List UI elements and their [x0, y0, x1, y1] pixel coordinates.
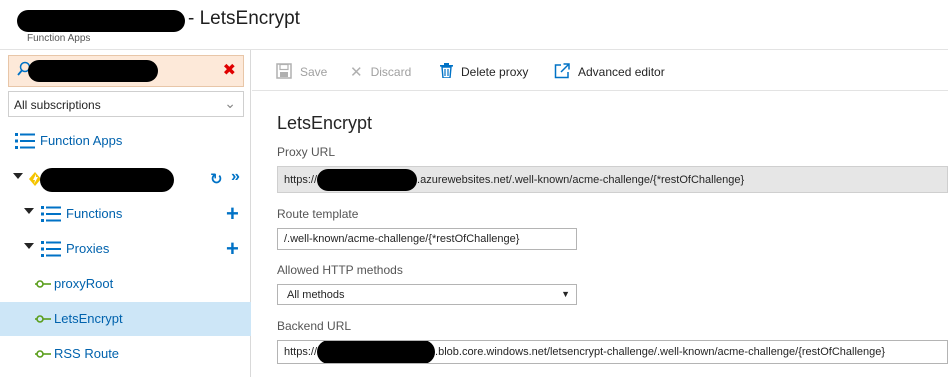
route-template-field[interactable]: /.well-known/acme-challenge/{*restOfChal…: [277, 228, 577, 250]
redacted-search-text: [28, 60, 158, 82]
backend-url-suffix: .blob.core.windows.net/letsencrypt-chall…: [435, 346, 886, 358]
proxy-heading: LetsEncrypt: [277, 113, 373, 133]
proxy-icon: [35, 278, 51, 293]
proxy-url-field[interactable]: https:// .azurewebsites.net/.well-known/…: [277, 166, 948, 193]
backend-url-label: Backend URL: [277, 319, 352, 333]
save-button[interactable]: Save: [276, 62, 328, 82]
sidebar-item-function-apps[interactable]: Function Apps: [0, 124, 251, 158]
route-template-label: Route template: [277, 207, 359, 221]
sidebar-item-label: RSS Route: [54, 346, 120, 361]
sidebar-item-label: Proxies: [66, 241, 110, 256]
sidebar-item-label: Functions: [66, 206, 123, 221]
caret-down-icon[interactable]: [24, 208, 34, 214]
advanced-editor-label: Advanced editor: [578, 65, 665, 79]
discard-button[interactable]: ✕ Discard: [350, 63, 411, 81]
delete-proxy-label: Delete proxy: [461, 65, 529, 79]
redacted-storage-host: [317, 341, 436, 363]
proxy-url-suffix: .azurewebsites.net/.well-known/acme-chal…: [417, 173, 745, 186]
caret-down-icon[interactable]: [13, 173, 23, 179]
toolbar: Save ✕ Discard Delete proxy Advanced edi…: [252, 51, 948, 91]
add-proxy-icon[interactable]: +: [226, 236, 239, 262]
proxy-url-label: Proxy URL: [277, 145, 336, 159]
redacted-app-name: [17, 10, 185, 32]
subscriptions-selected: All subscriptions: [14, 98, 101, 112]
page-subtitle: Function Apps: [27, 33, 91, 44]
caret-down-icon: ▼: [561, 289, 570, 299]
discard-icon: ✕: [350, 64, 363, 81]
clear-search-icon[interactable]: ✖: [223, 61, 236, 81]
backend-url-field[interactable]: https:// .blob.core.windows.net/letsencr…: [277, 340, 948, 364]
save-icon: [276, 62, 292, 82]
sidebar-item-label: LetsEncrypt: [54, 311, 123, 326]
blade-header: - LetsEncrypt Function Apps: [0, 0, 948, 50]
list-icon: [41, 241, 61, 260]
proxy-icon: [35, 313, 51, 328]
allowed-methods-label: Allowed HTTP methods: [277, 263, 403, 277]
save-label: Save: [300, 65, 328, 79]
page-title: - LetsEncrypt: [188, 8, 300, 29]
proxy-icon: [35, 348, 51, 363]
route-template-value: /.well-known/acme-challenge/{*restOfChal…: [284, 233, 520, 245]
redacted-proxy-host: [317, 168, 418, 191]
sidebar-item-label: Function Apps: [40, 133, 123, 148]
sidebar-item-function-app[interactable]: ↻ »: [0, 162, 251, 196]
backend-url-prefix: https://: [284, 346, 318, 358]
sidebar-item-proxyroot[interactable]: proxyRoot: [0, 267, 251, 301]
delete-proxy-button[interactable]: Delete proxy: [440, 63, 528, 81]
expand-icon[interactable]: »: [231, 168, 240, 186]
refresh-icon[interactable]: ↻: [210, 170, 223, 188]
sidebar-item-proxies[interactable]: Proxies +: [0, 232, 251, 266]
chevron-down-icon: ⌄: [224, 95, 236, 111]
allowed-methods-dropdown[interactable]: All methods ▼: [277, 284, 577, 305]
proxy-url-prefix: https://: [284, 173, 318, 186]
subscriptions-dropdown[interactable]: All subscriptions ⌄: [8, 91, 244, 117]
external-link-icon: [554, 62, 570, 82]
redacted-function-app-name: [40, 168, 174, 192]
allowed-methods-value: All methods: [287, 288, 345, 301]
sidebar: ✖ All subscriptions ⌄ Function Apps ↻ » …: [0, 50, 251, 377]
trash-icon: [440, 63, 453, 81]
list-icon: [15, 133, 35, 152]
sidebar-item-functions[interactable]: Functions +: [0, 197, 251, 231]
sidebar-item-rss-route[interactable]: RSS Route: [0, 337, 251, 371]
search-input[interactable]: ✖: [8, 55, 244, 87]
sidebar-item-letsencrypt[interactable]: LetsEncrypt: [0, 302, 251, 336]
caret-down-icon[interactable]: [24, 243, 34, 249]
sidebar-item-label: proxyRoot: [54, 276, 114, 291]
list-icon: [41, 206, 61, 225]
advanced-editor-button[interactable]: Advanced editor: [554, 62, 665, 82]
discard-label: Discard: [370, 65, 412, 79]
add-function-icon[interactable]: +: [226, 201, 239, 227]
